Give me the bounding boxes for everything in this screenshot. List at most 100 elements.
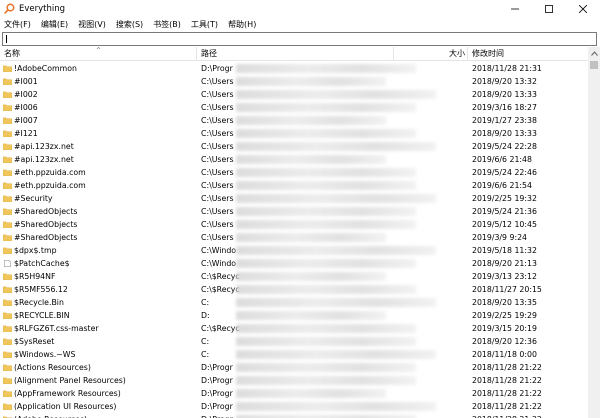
redacted-path-blur bbox=[236, 194, 436, 203]
modified-date: 2018/9/20 13:35 bbox=[472, 298, 537, 307]
file-name: $R5MF556.12 bbox=[14, 285, 68, 294]
list-item[interactable]: !AdobeCommon D:\Progr 2018/11/28 21:31 bbox=[0, 62, 588, 75]
redacted-path-blur bbox=[236, 402, 436, 411]
close-button[interactable] bbox=[566, 0, 600, 17]
column-size-header[interactable]: 大小 bbox=[449, 47, 465, 61]
redacted-path-blur bbox=[236, 181, 416, 190]
redacted-path-blur bbox=[236, 311, 386, 320]
list-item[interactable]: $SysReset C: 2018/9/20 12:36 bbox=[0, 335, 588, 348]
list-item[interactable]: #SharedObjects C:\Users 2019/5/24 21:36 bbox=[0, 205, 588, 218]
file-name: !AdobeCommon bbox=[14, 64, 77, 73]
list-item[interactable]: $Recycle.Bin C: 2018/9/20 13:35 bbox=[0, 296, 588, 309]
modified-date: 2019/3/15 20:19 bbox=[472, 324, 537, 333]
close-icon bbox=[579, 4, 587, 13]
list-item[interactable]: #I121 C:\Users 2018/9/20 13:33 bbox=[0, 127, 588, 140]
list-item[interactable]: #I007 C:\Users 2019/1/27 23:38 bbox=[0, 114, 588, 127]
redacted-path-blur bbox=[236, 64, 416, 73]
folder-icon bbox=[3, 234, 12, 241]
list-item[interactable]: (Adobe Resources)D:\Progr2018/11/28 21:2… bbox=[0, 413, 588, 418]
modified-date: 2018/11/28 21:31 bbox=[472, 64, 542, 73]
list-item[interactable]: #api.123zx.net C:\Users 2019/5/24 22:28 bbox=[0, 140, 588, 153]
column-divider[interactable] bbox=[196, 47, 197, 61]
results-list[interactable]: !AdobeCommon D:\Progr 2018/11/28 21:31 #I00… bbox=[0, 62, 588, 418]
redacted-path-blur bbox=[236, 298, 436, 307]
file-name: #api.123zx.net bbox=[14, 142, 74, 151]
redacted-path-blur bbox=[236, 272, 386, 281]
redacted-path-blur bbox=[236, 77, 386, 86]
folder-icon bbox=[3, 351, 12, 358]
file-name: #I121 bbox=[14, 129, 38, 138]
file-name: $PatchCache$ bbox=[14, 259, 70, 268]
list-item[interactable]: (Application UI Resources) D:\Progr 2018/1… bbox=[0, 400, 588, 413]
column-modified-header[interactable]: 修改时间 bbox=[472, 47, 504, 61]
file-name: #I001 bbox=[14, 77, 38, 86]
folder-icon bbox=[3, 117, 12, 124]
menu-file[interactable]: 文件(F) bbox=[4, 19, 31, 30]
file-name: $Windows.~WS bbox=[14, 350, 76, 359]
modified-date: 2019/3/13 23:12 bbox=[472, 272, 537, 281]
menu-help[interactable]: 帮助(H) bbox=[228, 19, 256, 30]
modified-date: 2018/9/20 12:36 bbox=[472, 337, 537, 346]
file-name: #SharedObjects bbox=[14, 233, 78, 242]
redacted-path-blur bbox=[236, 376, 416, 385]
redacted-path-blur bbox=[236, 116, 386, 125]
scroll-thumb[interactable] bbox=[590, 61, 598, 69]
list-item[interactable]: $RLFGZ6T.css-master C:\$Recyc 2019/3/15 20… bbox=[0, 322, 588, 335]
column-path-header[interactable]: 路径 bbox=[201, 47, 217, 61]
list-item[interactable]: $dpx$.tmp C:\Windo 2019/5/18 11:32 bbox=[0, 244, 588, 257]
list-item[interactable]: $PatchCache$ C:\Windo 2018/9/20 21:13 bbox=[0, 257, 588, 270]
maximize-button[interactable] bbox=[532, 0, 566, 17]
redacted-path-blur bbox=[236, 220, 416, 229]
text-caret bbox=[6, 35, 7, 43]
file-icon bbox=[4, 260, 11, 267]
window-title: Everything bbox=[19, 3, 66, 14]
list-item[interactable]: $R5MF556.12 C:\$Recyc 2018/11/27 20:15 bbox=[0, 283, 588, 296]
modified-date: 2019/1/27 23:38 bbox=[472, 116, 537, 125]
folder-icon bbox=[3, 130, 12, 137]
menu-bookmarks[interactable]: 书签(B) bbox=[153, 19, 181, 30]
list-item[interactable]: $R5H94NF C:\$Recyc 2019/3/13 23:12 bbox=[0, 270, 588, 283]
redacted-path-blur bbox=[236, 363, 416, 372]
list-item[interactable]: #api.123zx.net C:\Users 2019/6/6 21:48 bbox=[0, 153, 588, 166]
list-item[interactable]: #SharedObjects C:\Users 2019/5/12 10:45 bbox=[0, 218, 588, 231]
redacted-path-blur bbox=[236, 285, 416, 294]
folder-icon bbox=[3, 377, 12, 384]
menu-tools[interactable]: 工具(T) bbox=[191, 19, 218, 30]
modified-date: 2018/9/20 13:33 bbox=[472, 129, 537, 138]
list-item[interactable]: $Windows.~WS C: 2018/11/18 0:00 bbox=[0, 348, 588, 361]
vertical-scrollbar[interactable] bbox=[588, 47, 600, 418]
file-name: #eth.ppzuida.com bbox=[14, 181, 86, 190]
redacted-path-blur bbox=[236, 337, 416, 346]
list-item[interactable]: #I001 C:\Users 2018/9/20 13:32 bbox=[0, 75, 588, 88]
file-name: #SharedObjects bbox=[14, 220, 78, 229]
menu-view[interactable]: 视图(V) bbox=[78, 19, 106, 30]
search-input[interactable] bbox=[2, 32, 597, 46]
folder-icon bbox=[3, 312, 12, 319]
list-item[interactable]: (AppFramework Resources) D:\Progr 2018/11/… bbox=[0, 387, 588, 400]
modified-date: 2019/6/6 21:48 bbox=[472, 155, 532, 164]
list-item[interactable]: #I002 C:\Users 2018/9/20 13:33 bbox=[0, 88, 588, 101]
file-name: $RECYCLE.BIN bbox=[14, 311, 70, 320]
scroll-up-button[interactable] bbox=[588, 47, 600, 59]
list-item[interactable]: (Actions Resources) D:\Progr 2018/11/28 21… bbox=[0, 361, 588, 374]
list-item[interactable]: #eth.ppzuida.com C:\Users 2019/6/6 21:54 bbox=[0, 179, 588, 192]
list-item[interactable]: #Security C:\Users 2019/2/25 19:32 bbox=[0, 192, 588, 205]
list-item[interactable]: #SharedObjects C:\Users 2019/3/9 9:24 bbox=[0, 231, 588, 244]
redacted-path-blur bbox=[236, 259, 416, 268]
folder-icon bbox=[3, 247, 12, 254]
redacted-path-blur bbox=[236, 246, 436, 255]
folder-icon bbox=[3, 182, 12, 189]
menu-edit[interactable]: 编辑(E) bbox=[41, 19, 68, 30]
folder-icon bbox=[3, 143, 12, 150]
list-item[interactable]: #I006 C:\Users 2019/3/16 18:27 bbox=[0, 101, 588, 114]
modified-date: 2018/11/18 0:00 bbox=[472, 350, 537, 359]
column-divider[interactable] bbox=[393, 47, 394, 61]
minimize-button[interactable] bbox=[498, 0, 532, 17]
folder-icon bbox=[3, 104, 12, 111]
column-divider[interactable] bbox=[467, 47, 468, 61]
column-name-header[interactable]: 名称 bbox=[4, 47, 20, 61]
list-item[interactable]: #eth.ppzuida.com C:\Users 2019/5/24 22:46 bbox=[0, 166, 588, 179]
menu-search[interactable]: 搜索(S) bbox=[116, 19, 143, 30]
list-item[interactable]: (Alignment Panel Resources) D:\Progr 2018/… bbox=[0, 374, 588, 387]
list-item[interactable]: $RECYCLE.BIN D: 2019/2/25 19:29 bbox=[0, 309, 588, 322]
